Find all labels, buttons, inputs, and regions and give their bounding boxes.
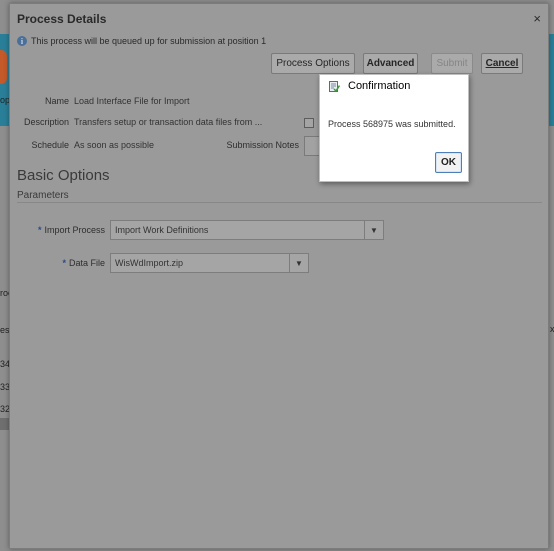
confirmation-title: Confirmation [348,80,411,92]
section-divider [17,202,542,203]
import-process-label: * Import Process [12,225,105,235]
name-value: Load Interface File for Import [74,96,190,106]
import-process-label-text: Import Process [44,225,105,235]
close-icon[interactable]: × [533,11,541,26]
description-checkbox[interactable] [304,118,314,128]
data-file-value: WisWdImport.zip [115,258,184,268]
basic-options-heading: Basic Options [17,167,110,184]
dialog-title: Process Details [17,12,107,26]
chevron-down-icon[interactable]: ▼ [364,221,383,239]
schedule-value: As soon as possible [74,140,155,150]
cancel-button[interactable]: Cancel [481,53,523,74]
description-label: Description [23,117,69,127]
data-file-select[interactable]: WisWdImport.zip ▼ [110,253,309,273]
queue-info-text: This process will be queued up for submi… [31,36,267,46]
confirmation-message: Process 568975 was submitted. [328,119,456,129]
required-marker: * [37,225,42,235]
parameters-heading: Parameters [17,190,69,201]
schedule-label: Schedule [31,140,69,150]
submit-button[interactable]: Submit [431,53,473,74]
import-process-value: Import Work Definitions [115,225,209,235]
description-value: Transfers setup or transaction data file… [74,117,263,127]
background-logo-fragment [0,50,7,84]
process-options-button[interactable]: Process Options [271,53,355,74]
ok-button[interactable]: OK [435,152,462,173]
name-label: Name [44,96,69,106]
advanced-button[interactable]: Advanced [363,53,418,74]
import-process-select[interactable]: Import Work Definitions ▼ [110,220,384,240]
confirmation-popup: Confirmation Process 568975 was submitte… [319,74,469,182]
submission-notes-input[interactable] [304,136,320,156]
submission-notes-label: Submission Notes [226,140,299,150]
required-marker: * [62,258,66,268]
info-icon: i [17,36,27,46]
confirmation-icon [329,81,340,92]
chevron-down-icon[interactable]: ▼ [289,254,308,272]
data-file-label: * Data File [12,258,105,268]
data-file-label-text: Data File [68,258,105,268]
queue-info-message: i This process will be queued up for sub… [17,36,266,46]
background-text-fragment: x [550,324,554,334]
